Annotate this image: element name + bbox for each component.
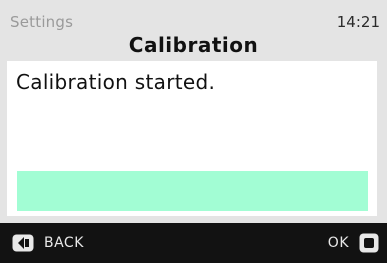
- status-message: Calibration started.: [16, 70, 216, 94]
- progress-bar-fill: [17, 171, 368, 211]
- ok-softkey[interactable]: OK: [328, 233, 379, 253]
- ok-label: OK: [327, 235, 349, 251]
- ok-key-icon: [359, 233, 379, 253]
- back-label: BACK: [44, 235, 84, 251]
- back-key-icon: [12, 234, 34, 252]
- page-title: Calibration: [128, 33, 259, 57]
- status-bar-time: 14:21: [336, 13, 380, 31]
- softkey-bar: BACK OK: [0, 223, 387, 263]
- device-screen: Settings 14:21 Calibration Calibration s…: [0, 0, 387, 263]
- status-bar: Settings 14:21: [0, 0, 387, 31]
- progress-bar: [17, 171, 368, 211]
- status-bar-title: Settings: [10, 13, 74, 31]
- content-panel: Calibration started.: [7, 61, 377, 216]
- back-softkey[interactable]: BACK: [12, 234, 84, 252]
